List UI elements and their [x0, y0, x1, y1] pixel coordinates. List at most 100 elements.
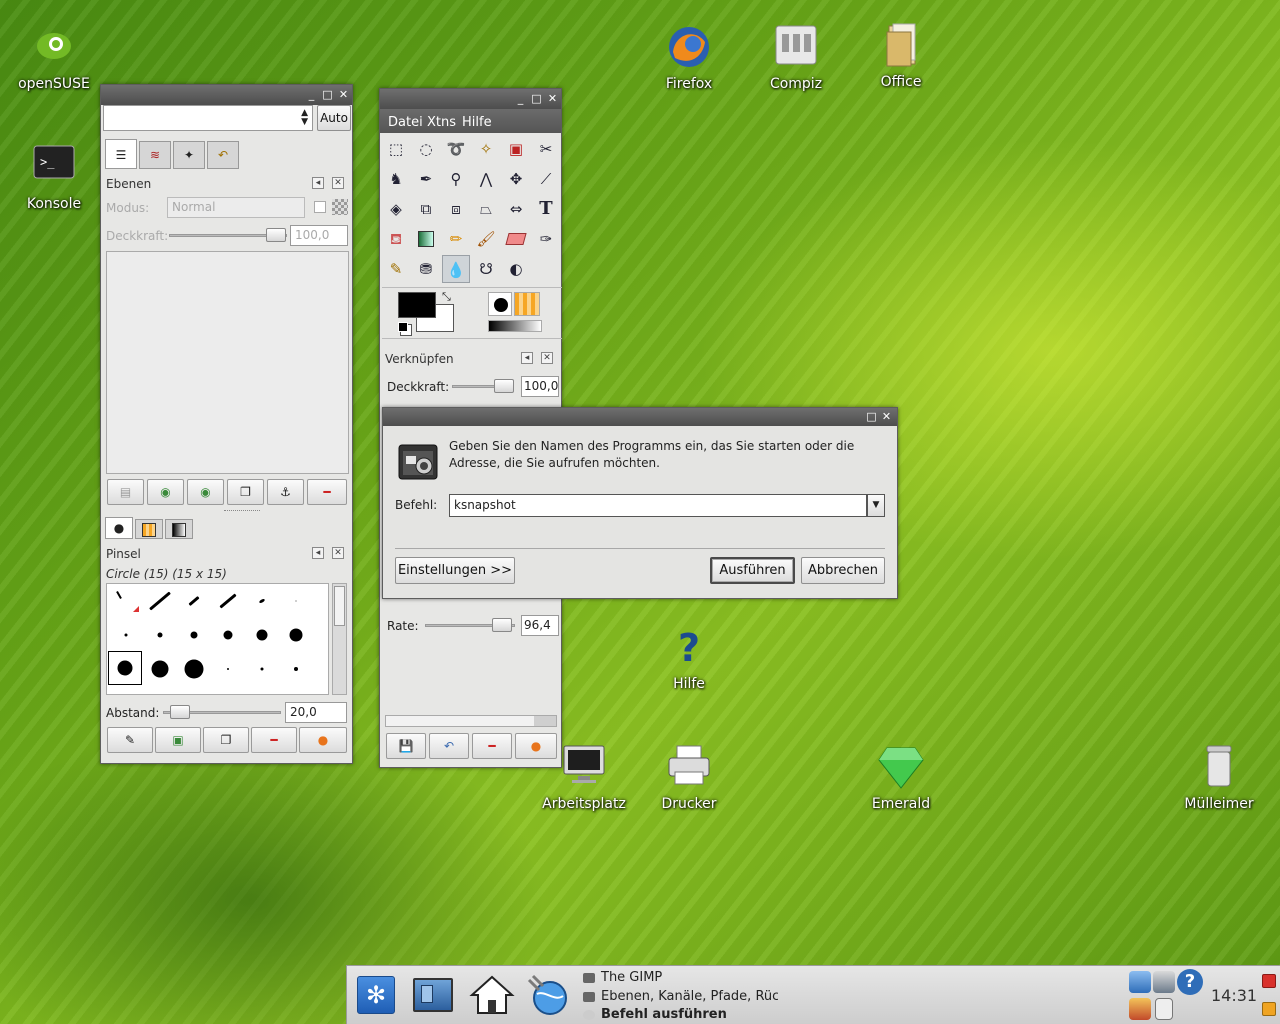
panel-close-icon[interactable]: ✕: [541, 352, 553, 364]
brush-item[interactable]: [177, 652, 211, 686]
auto-button[interactable]: Auto: [317, 105, 351, 131]
edit-brush-button[interactable]: ✎: [107, 727, 153, 753]
tab-layers[interactable]: ☰: [105, 139, 137, 169]
desktop-icon-konsole[interactable]: >_ Konsole: [0, 144, 109, 212]
spacing-slider-knob[interactable]: [170, 705, 190, 719]
brush-item[interactable]: [143, 652, 177, 686]
desktop-icon-muelleimer[interactable]: Mülleimer: [1164, 744, 1274, 812]
tab-paths[interactable]: ✦: [173, 141, 205, 169]
volume-icon[interactable]: [1129, 971, 1151, 993]
rotate-tool-icon[interactable]: ◈: [382, 195, 410, 223]
delete-layer-button[interactable]: ━: [307, 479, 347, 505]
abbrechen-button[interactable]: Abbrechen: [801, 557, 885, 584]
opacity-slider-knob[interactable]: [266, 228, 286, 242]
update-applet-icon[interactable]: [1129, 998, 1151, 1020]
minimize-icon[interactable]: _: [305, 88, 318, 101]
tool-options-scrollbar[interactable]: [385, 715, 557, 727]
new-brush-button[interactable]: ▣: [155, 727, 201, 753]
brush-item[interactable]: [211, 618, 245, 652]
active-gradient-preview[interactable]: [488, 320, 542, 332]
tab-gradients[interactable]: [165, 519, 193, 539]
convolve-tool-icon[interactable]: ◐: [502, 255, 530, 283]
brush-item[interactable]: [279, 652, 313, 686]
text-tool-icon[interactable]: T: [532, 195, 560, 223]
modus-select[interactable]: Normal: [167, 197, 305, 218]
brush-item[interactable]: [279, 584, 313, 618]
active-pattern-preview[interactable]: [514, 292, 540, 316]
layers-list[interactable]: [106, 251, 349, 474]
measure-tool-icon[interactable]: ⋀: [472, 165, 500, 193]
move-tool-icon[interactable]: ✥: [502, 165, 530, 193]
foreground-color-swatch[interactable]: [398, 292, 436, 318]
delete-brush-button[interactable]: ━: [251, 727, 297, 753]
lower-layer-button[interactable]: ◉: [187, 479, 224, 505]
maximize-icon[interactable]: □: [865, 410, 878, 423]
rate-field[interactable]: 96,4: [521, 615, 559, 636]
home-button[interactable]: [469, 974, 515, 1016]
pencil-tool-icon[interactable]: ✏: [442, 225, 470, 253]
keep-transparency-checkbox[interactable]: [314, 201, 326, 213]
blend-tool-icon[interactable]: [412, 225, 440, 253]
scissors-tool-icon[interactable]: ✂: [532, 135, 560, 163]
brush-item[interactable]: [279, 618, 313, 652]
airbrush-tool-icon[interactable]: ✑: [532, 225, 560, 253]
crop-tool-icon[interactable]: ⟋: [532, 165, 560, 193]
window-titlebar[interactable]: _ □ ✕: [380, 89, 561, 109]
task-the-gimp[interactable]: The GIMP: [583, 970, 662, 985]
panel-close-icon[interactable]: ✕: [332, 547, 344, 559]
command-history-dropdown[interactable]: ▼: [867, 494, 885, 517]
duplicate-brush-button[interactable]: ❐: [203, 727, 249, 753]
tool-opacity-slider-knob[interactable]: [494, 379, 514, 393]
brush-item[interactable]: [245, 652, 279, 686]
konqueror-button[interactable]: [525, 972, 573, 1020]
brush-item[interactable]: [211, 584, 245, 618]
panel-menu-icon[interactable]: ◂: [521, 352, 533, 364]
show-desktop-button[interactable]: [413, 978, 453, 1012]
brush-item[interactable]: [109, 584, 143, 618]
dialog-titlebar[interactable]: □ ✕: [383, 408, 897, 426]
duplicate-layer-button[interactable]: ❐: [227, 479, 264, 505]
desktop-icon-opensuse[interactable]: openSUSE: [0, 24, 109, 92]
menu-datei[interactable]: Datei: [388, 115, 423, 130]
anchor-layer-button[interactable]: ⚓: [267, 479, 304, 505]
eraser-tool-icon[interactable]: [502, 225, 530, 253]
rect-select-tool-icon[interactable]: ⬚: [382, 135, 410, 163]
brush-item[interactable]: [177, 618, 211, 652]
task-ebenen[interactable]: Ebenen, Kanäle, Pfade, Rückg: [583, 989, 778, 1004]
save-options-button[interactable]: 💾: [386, 733, 426, 759]
brush-item[interactable]: [143, 618, 177, 652]
paths-tool-icon[interactable]: ✒: [412, 165, 440, 193]
ink-tool-icon[interactable]: ✎: [382, 255, 410, 283]
lasso-tool-icon[interactable]: ➰: [442, 135, 470, 163]
help-tray-icon[interactable]: ?: [1177, 969, 1203, 995]
desktop-icon-office[interactable]: Office: [846, 22, 956, 90]
logout-icon[interactable]: [1262, 974, 1276, 988]
menu-hilfe[interactable]: Hilfe: [462, 115, 492, 130]
paintbrush-tool-icon[interactable]: 🖌: [472, 225, 500, 253]
task-befehl-ausfuehren[interactable]: Befehl ausführen: [583, 1007, 727, 1022]
delete-options-button[interactable]: ━: [472, 733, 512, 759]
foreground-select-tool-icon[interactable]: ♞: [382, 165, 410, 193]
default-colors-icon[interactable]: [398, 322, 408, 332]
reset-options-button[interactable]: ●: [515, 733, 557, 759]
maximize-icon[interactable]: □: [530, 92, 543, 105]
panel-close-icon[interactable]: ✕: [332, 177, 344, 189]
color-picker-tool-icon[interactable]: ⚲: [442, 165, 470, 193]
lock-icon[interactable]: [1262, 1002, 1276, 1016]
raise-layer-button[interactable]: ◉: [147, 479, 184, 505]
command-input[interactable]: ksnapshot: [449, 494, 867, 517]
swap-colors-icon[interactable]: ⤡: [442, 290, 451, 304]
close-icon[interactable]: ✕: [880, 410, 893, 423]
perspective-tool-icon[interactable]: ⏢: [472, 195, 500, 223]
scrollbar-thumb[interactable]: [334, 586, 345, 626]
brush-item-selected[interactable]: [108, 651, 142, 685]
brush-grid[interactable]: [106, 583, 329, 695]
restore-options-button[interactable]: ↶: [429, 733, 469, 759]
spacing-field[interactable]: 20,0: [285, 702, 347, 723]
desktop-icon-emerald[interactable]: Emerald: [846, 744, 956, 812]
clipboard-icon[interactable]: [1155, 998, 1173, 1020]
brush-item[interactable]: [245, 618, 279, 652]
flip-tool-icon[interactable]: ⇔: [502, 195, 530, 223]
network-icon[interactable]: [1153, 971, 1175, 993]
close-icon[interactable]: ✕: [546, 92, 559, 105]
